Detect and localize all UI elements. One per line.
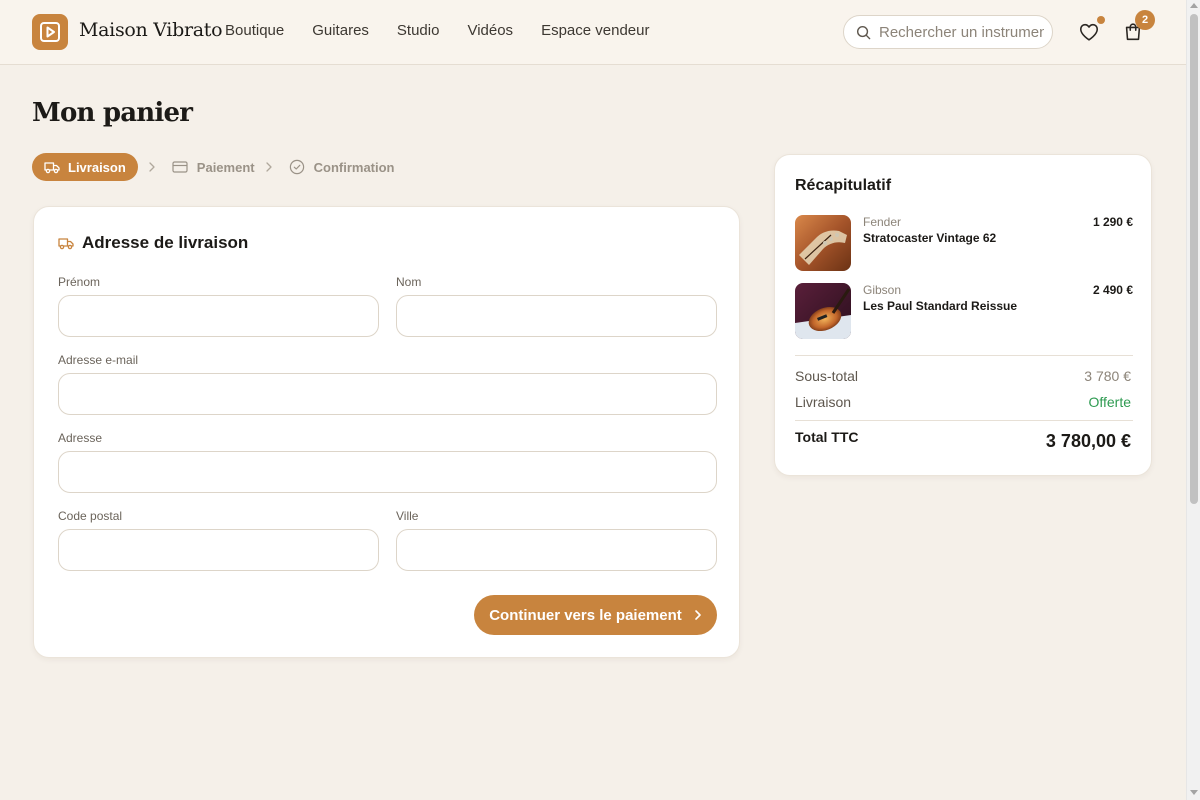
brand-name[interactable]: Maison Vibrato [79, 19, 223, 41]
check-circle-icon [289, 159, 304, 175]
product-thumbnail[interactable] [795, 283, 851, 339]
chevron-right-icon [694, 609, 702, 621]
scrollbar-thumb[interactable] [1190, 14, 1198, 504]
step-confirmation[interactable]: Confirmation [289, 159, 395, 175]
step-paiement-label: Paiement [196, 159, 255, 175]
chevron-right-icon [265, 162, 273, 172]
truck-icon [58, 238, 74, 250]
item-name[interactable]: Stratocaster Vintage 62 [863, 231, 996, 245]
last-name-label: Nom [396, 275, 422, 289]
nav-studio[interactable]: Studio [397, 22, 440, 39]
subtotal-value: 3 780 € [1084, 368, 1131, 384]
last-name-field[interactable] [396, 295, 717, 337]
city-label: Ville [396, 509, 419, 523]
shipping-card-title: Adresse de livraison [58, 233, 248, 253]
postal-code-label: Code postal [58, 509, 123, 523]
cart-item[interactable]: Gibson Les Paul Standard Reissue 2 490 € [795, 283, 1133, 339]
email-label: Adresse e-mail [58, 353, 139, 367]
heart-icon[interactable] [1078, 21, 1100, 43]
item-name[interactable]: Les Paul Standard Reissue [863, 299, 1017, 313]
first-name-field[interactable] [58, 295, 379, 337]
chevron-right-icon [148, 162, 156, 172]
step-paiement[interactable]: Paiement [172, 160, 255, 175]
logo-icon[interactable] [32, 14, 68, 50]
shipping-value: Offerte [1088, 394, 1131, 410]
continue-to-payment-button[interactable]: Continuer vers le paiement [474, 595, 717, 635]
credit-card-icon [172, 161, 188, 173]
total-label: Total TTC [795, 429, 859, 445]
page-title: Mon panier [32, 98, 193, 128]
cart-item[interactable]: Fender Stratocaster Vintage 62 1 290 € [795, 215, 1133, 271]
address-field[interactable] [58, 451, 717, 493]
wishlist-dot [1097, 16, 1105, 24]
item-price: 2 490 € [1092, 283, 1133, 297]
nav-espace-vendeur[interactable]: Espace vendeur [541, 22, 649, 39]
scrollbar[interactable] [1186, 0, 1200, 800]
step-livraison[interactable]: Livraison [32, 153, 138, 181]
checkout-stepper: Livraison Paiement Confirmation [32, 153, 395, 181]
address-label: Adresse [58, 431, 103, 445]
site-header: Maison Vibrato Boutique Guitares Studio … [0, 0, 1186, 65]
shipping-card-title-text: Adresse de livraison [82, 233, 249, 252]
divider [795, 420, 1133, 421]
divider [795, 355, 1133, 356]
total-value: 3 780,00 € [1045, 431, 1131, 451]
first-name-label: Prénom [58, 275, 101, 289]
main-nav: Boutique Guitares Studio Vidéos Espace v… [225, 22, 677, 39]
shipping-address-card: Adresse de livraison Prénom Nom Adresse … [33, 206, 740, 658]
item-price: 1 290 € [1092, 215, 1133, 229]
order-summary-card: Récapitulatif Fender Stratocaster Vintag… [774, 154, 1152, 476]
shipping-label: Livraison [795, 394, 852, 410]
postal-code-field[interactable] [58, 529, 379, 571]
scroll-down-arrow[interactable] [1190, 790, 1198, 795]
product-thumbnail[interactable] [795, 215, 851, 271]
continue-button-label: Continuer vers le paiement [489, 606, 682, 624]
truck-icon [44, 162, 60, 174]
email-field[interactable] [58, 373, 717, 415]
nav-guitares[interactable]: Guitares [312, 22, 369, 39]
search-box[interactable] [843, 15, 1053, 49]
subtotal-label: Sous-total [795, 368, 859, 384]
summary-title: Récapitulatif [795, 177, 892, 194]
scroll-up-arrow[interactable] [1190, 3, 1198, 8]
step-confirmation-label: Confirmation [313, 159, 395, 175]
city-field[interactable] [396, 529, 717, 571]
search-input[interactable] [879, 23, 1044, 41]
item-brand: Gibson [863, 283, 902, 297]
nav-boutique[interactable]: Boutique [225, 22, 284, 39]
nav-videos[interactable]: Vidéos [467, 22, 513, 39]
cart-count-badge: 2 [1135, 10, 1155, 30]
search-icon [856, 25, 871, 39]
item-brand: Fender [863, 215, 902, 229]
step-livraison-label: Livraison [68, 159, 126, 175]
